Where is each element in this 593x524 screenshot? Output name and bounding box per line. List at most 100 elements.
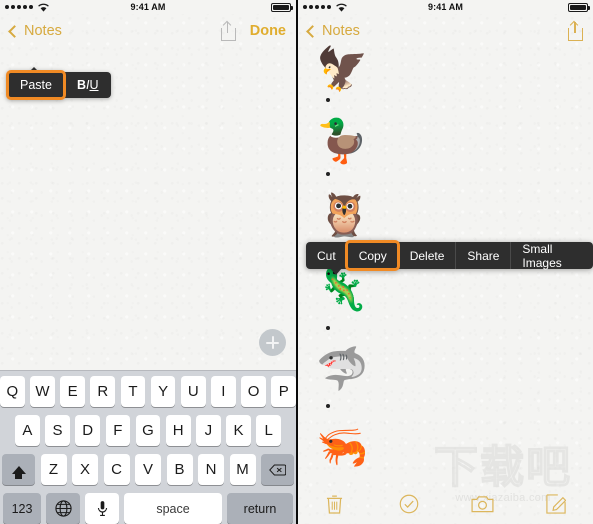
note-bottom-toolbar — [298, 484, 593, 524]
status-bar-time: 9:41 AM — [130, 2, 166, 12]
keyboard-row-1: QWERTYUIOP — [0, 376, 296, 407]
camera-button[interactable] — [446, 495, 520, 513]
key-a[interactable]: A — [14, 415, 40, 446]
return-key[interactable]: return — [227, 493, 293, 524]
battery-fill — [273, 4, 289, 10]
key-c[interactable]: C — [103, 454, 130, 485]
list-bullet — [326, 172, 330, 176]
status-bar-left: 9:41 AM — [0, 0, 296, 14]
battery-indicator — [271, 2, 293, 12]
globe-icon — [54, 500, 72, 517]
add-attachment-button[interactable] — [259, 329, 286, 356]
delete-button[interactable]: Delete — [397, 242, 456, 269]
share-button[interactable]: Share — [455, 242, 511, 269]
duck-emoji[interactable]: 🦆 — [316, 120, 368, 162]
list-bullet — [326, 98, 330, 102]
checkmark-circle-icon — [399, 494, 418, 514]
chevron-left-icon — [306, 24, 319, 38]
back-to-notes-button[interactable]: Notes — [8, 23, 62, 39]
key-f[interactable]: F — [105, 415, 131, 446]
share-icon[interactable] — [220, 20, 236, 41]
key-v[interactable]: V — [135, 454, 161, 485]
key-h[interactable]: H — [165, 415, 191, 446]
key-x[interactable]: X — [72, 454, 98, 485]
chevron-left-icon — [8, 24, 21, 38]
numbers-key[interactable]: 123 — [3, 493, 41, 524]
back-button-label: Notes — [24, 23, 62, 39]
shrimp-emoji[interactable]: 🦐 — [316, 426, 368, 468]
key-u[interactable]: U — [180, 376, 206, 407]
key-r[interactable]: R — [90, 376, 116, 407]
camera-icon — [471, 496, 494, 513]
share-icon[interactable] — [568, 20, 583, 41]
paste-button[interactable]: Paste — [6, 70, 66, 100]
key-n[interactable]: N — [198, 454, 224, 485]
dictation-key[interactable] — [85, 493, 119, 524]
key-o[interactable]: O — [241, 376, 266, 407]
owl-emoji[interactable]: 🦉 — [318, 194, 370, 236]
key-z[interactable]: Z — [40, 454, 67, 485]
key-t[interactable]: T — [120, 376, 146, 407]
nav-bar-actions — [568, 20, 583, 41]
eagle-emoji[interactable]: 🦅 — [316, 48, 368, 90]
note-content-list: 🦅 🦆 🦉 🦎 🦈 🦐 — [298, 48, 593, 524]
compose-button[interactable] — [519, 494, 593, 514]
on-screen-keyboard: QWERTYUIOP ASDFGHJKL ZXCVBNM 123 space r… — [0, 370, 296, 524]
menu-tail — [330, 268, 342, 275]
compose-icon — [546, 494, 567, 514]
battery-indicator — [568, 2, 590, 12]
list-bullet — [326, 326, 330, 330]
edit-context-menu: Paste BIU — [6, 67, 111, 100]
key-i[interactable]: I — [211, 376, 236, 407]
back-button-label: Notes — [322, 23, 360, 39]
underline-label: U — [89, 78, 99, 92]
status-bar-right: 9:41 AM — [298, 0, 593, 14]
right-phone-screen: 9:41 AM Notes 🦅 🦆 🦉 🦎 🦈 🦐 Cut Copy Delet… — [298, 0, 593, 524]
nav-bar-right: Notes — [298, 14, 593, 48]
key-b[interactable]: B — [166, 454, 193, 485]
key-w[interactable]: W — [30, 376, 55, 407]
copy-button[interactable]: Copy — [344, 240, 400, 271]
shift-icon — [11, 465, 26, 479]
trash-icon — [327, 495, 343, 514]
image-context-menu: Cut Copy Delete Share Small Images — [306, 240, 593, 275]
backspace-icon — [269, 463, 286, 476]
key-y[interactable]: Y — [150, 376, 176, 407]
key-m[interactable]: M — [229, 454, 256, 485]
left-phone-screen: 9:41 AM Notes Done Paste B I U Q W E R T… — [0, 0, 296, 524]
back-to-notes-button[interactable]: Notes — [306, 23, 360, 39]
battery-full-icon — [271, 2, 293, 12]
key-s[interactable]: S — [45, 415, 70, 446]
checklist-button[interactable] — [372, 494, 446, 514]
key-j[interactable]: J — [196, 415, 221, 446]
nav-bar-left: Notes Done — [0, 14, 296, 48]
status-bar-time: 9:41 AM — [428, 2, 463, 12]
key-l[interactable]: L — [256, 415, 282, 446]
space-key[interactable]: space — [124, 493, 222, 524]
key-d[interactable]: D — [75, 415, 100, 446]
dual-screenshot: 9:41 AM Notes Done Paste B I U Q W E R T… — [0, 0, 593, 524]
small-images-button[interactable]: Small Images — [510, 242, 593, 270]
format-biu-button[interactable]: BIU — [63, 72, 111, 98]
nav-bar-actions: Done — [220, 20, 286, 41]
bold-label: B — [76, 78, 86, 92]
shark-emoji[interactable]: 🦈 — [316, 348, 368, 390]
keyboard-row-4: 123 space return — [0, 493, 296, 524]
key-p[interactable]: P — [271, 376, 296, 407]
globe-key[interactable] — [46, 493, 80, 524]
shift-key[interactable] — [2, 454, 35, 485]
keyboard-row-3: ZXCVBNM — [0, 454, 296, 485]
done-button[interactable]: Done — [250, 23, 286, 39]
cut-button[interactable]: Cut — [306, 242, 347, 269]
backspace-key[interactable] — [261, 454, 294, 485]
delete-note-button[interactable] — [298, 494, 372, 514]
battery-full-icon — [568, 2, 590, 12]
lizard-emoji[interactable]: 🦎 — [316, 268, 368, 310]
key-e[interactable]: E — [60, 376, 85, 407]
list-bullet — [326, 404, 330, 408]
key-k[interactable]: K — [226, 415, 251, 446]
key-q[interactable]: Q — [0, 376, 25, 407]
battery-fill — [570, 4, 586, 10]
key-g[interactable]: G — [135, 415, 161, 446]
microphone-icon — [97, 501, 107, 517]
